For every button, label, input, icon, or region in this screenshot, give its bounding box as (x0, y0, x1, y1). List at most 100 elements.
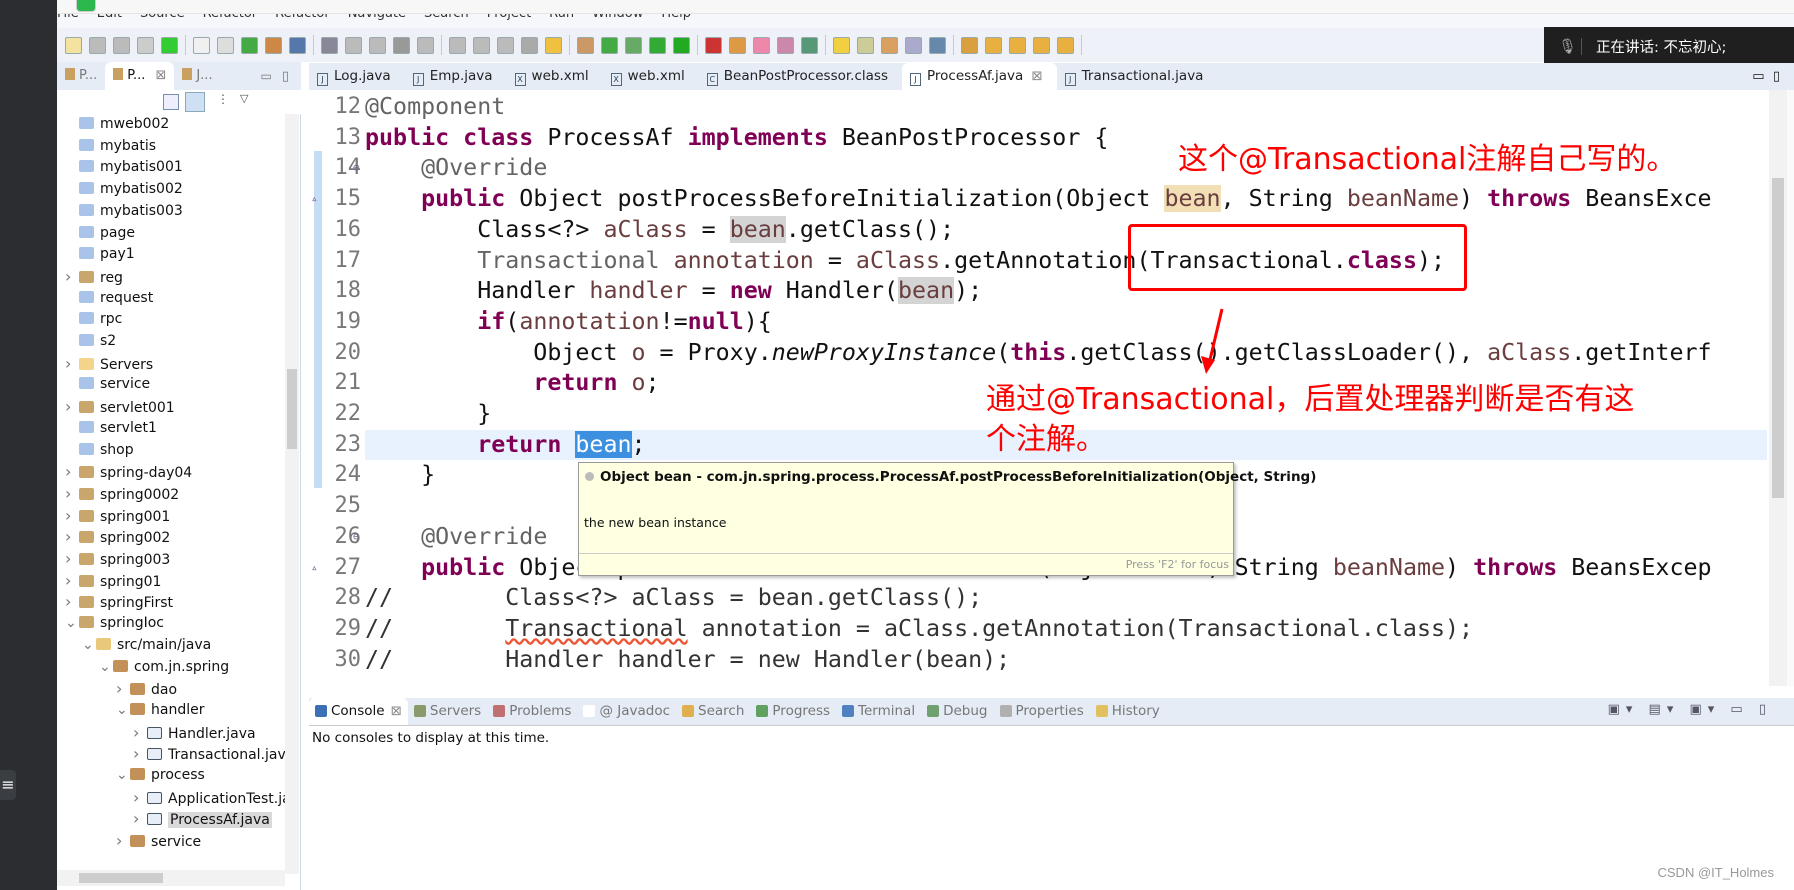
toolbar-button-icon[interactable] (649, 36, 666, 54)
console-tab-javadoc[interactable]: @ Javadoc (577, 698, 676, 725)
tree-item[interactable]: › servlet001 (65, 396, 175, 418)
console-tab-progress[interactable]: Progress (750, 698, 836, 725)
chevron-right-icon[interactable]: › (65, 396, 79, 418)
menu-item[interactable]: Refactor (275, 14, 330, 21)
chevron-right-icon[interactable]: › (116, 678, 130, 700)
menu-item[interactable]: Window (592, 14, 643, 21)
sidebar-tab[interactable]: J... (174, 62, 220, 90)
tree-item[interactable]: › Transactional.java (133, 743, 285, 765)
toolbar-button-icon[interactable] (113, 36, 130, 54)
toolbar-button-icon[interactable] (89, 36, 106, 54)
toolbar-button-icon[interactable] (65, 36, 82, 54)
tree-item[interactable]: page (65, 223, 135, 245)
toolbar-button-icon[interactable] (857, 36, 874, 54)
sidebar-horizontal-scrollbar[interactable] (57, 870, 285, 886)
tree-item[interactable]: s2 (65, 331, 116, 353)
toolbar-button-icon[interactable] (193, 36, 210, 54)
chevron-right-icon[interactable]: › (65, 461, 79, 483)
tree-item[interactable]: › spring01 (65, 570, 161, 592)
tree-item[interactable]: ⌄ process (116, 765, 205, 787)
editor-vertical-scrollbar[interactable] (1769, 90, 1787, 686)
editor-tab[interactable]: Xweb.xml (507, 63, 603, 90)
toolbar-button-icon[interactable] (1057, 36, 1074, 54)
tree-item[interactable]: service (65, 374, 150, 396)
toolbar-button-icon[interactable] (881, 36, 898, 54)
toolbar-button-icon[interactable] (545, 36, 562, 54)
toolbar-button-icon[interactable] (1009, 36, 1026, 54)
editor-tab[interactable]: C BeanPostProcessor.class (699, 63, 902, 90)
tree-item[interactable]: mweb002 (65, 114, 169, 136)
toolbar-button-icon[interactable] (369, 36, 386, 54)
chevron-down-icon[interactable]: ⌄ (99, 657, 113, 679)
chevron-right-icon[interactable]: › (133, 787, 147, 809)
chart-app-icon[interactable] (76, 0, 96, 12)
menu-item[interactable]: File (57, 14, 79, 21)
tree-item[interactable]: › spring001 (65, 505, 170, 527)
console-tab-console[interactable]: Console ⊠ (309, 698, 408, 725)
toolbar-button-icon[interactable] (961, 36, 978, 54)
sidebar-vertical-scrollbar[interactable] (285, 114, 299, 874)
chevron-right-icon[interactable]: › (65, 353, 79, 375)
chevron-right-icon[interactable]: › (133, 808, 147, 830)
toolbar-button-icon[interactable] (137, 36, 154, 54)
toolbar-button-icon[interactable] (161, 36, 178, 54)
sidebar-tab[interactable]: P... (57, 62, 105, 90)
tree-item[interactable]: › ProcessAf.java (133, 808, 272, 830)
toolbar-button-icon[interactable] (217, 36, 234, 54)
console-tab-properties[interactable]: Properties (994, 698, 1090, 725)
tree-item[interactable]: shop (65, 440, 134, 462)
menu-item[interactable]: Navigate (348, 14, 406, 21)
toolbar-button-icon[interactable] (393, 36, 410, 54)
collapse-all-icon[interactable] (163, 94, 179, 110)
chevron-right-icon[interactable]: › (133, 743, 147, 765)
toolbar-button-icon[interactable] (929, 36, 946, 54)
menu-item[interactable]: Project (487, 14, 531, 21)
tree-item[interactable]: › Servers (65, 353, 153, 375)
minimize-icon[interactable]: ▭ ▯ (1752, 69, 1780, 84)
menu-handle-icon[interactable]: ≡ (0, 770, 16, 800)
tree-item[interactable]: › spring-day04 (65, 461, 192, 483)
toolbar-button-icon[interactable] (417, 36, 434, 54)
chevron-right-icon[interactable]: › (65, 570, 79, 592)
editor-tab[interactable]: Xweb.xml (603, 63, 699, 90)
tree-item[interactable]: › spring0002 (65, 483, 179, 505)
maximize-icon[interactable]: ▯ (282, 69, 289, 84)
sidebar-tab[interactable]: P... ⊠ (105, 62, 175, 90)
toolbar-button-icon[interactable] (473, 36, 490, 54)
toolbar-button-icon[interactable] (625, 36, 642, 54)
tree-item[interactable]: rpc (65, 309, 122, 331)
toolbar-button-icon[interactable] (577, 36, 594, 54)
toolbar-button-icon[interactable] (265, 36, 282, 54)
chevron-down-icon[interactable]: ⌄ (116, 700, 130, 722)
menu-item[interactable]: Search (424, 14, 469, 21)
tree-item[interactable]: mybatis003 (65, 201, 183, 223)
menu-item[interactable]: Run (549, 14, 574, 21)
console-tab-servers[interactable]: Servers (408, 698, 487, 725)
toolbar-button-icon[interactable] (1033, 36, 1050, 54)
tree-item[interactable]: pay1 (65, 244, 135, 266)
tree-item[interactable]: › spring002 (65, 526, 170, 548)
tree-item[interactable]: › ApplicationTest.java (133, 787, 285, 809)
chevron-right-icon[interactable]: › (65, 526, 79, 548)
toolbar-button-icon[interactable] (905, 36, 922, 54)
toolbar-button-icon[interactable] (497, 36, 514, 54)
toolbar-button-icon[interactable] (601, 36, 618, 54)
tree-item[interactable]: › spring003 (65, 548, 170, 570)
toolbar-button-icon[interactable] (729, 36, 746, 54)
toolbar-button-icon[interactable] (985, 36, 1002, 54)
tree-item[interactable]: request (65, 288, 153, 310)
chevron-right-icon[interactable]: › (133, 722, 147, 744)
toolbar-button-icon[interactable] (449, 36, 466, 54)
close-icon[interactable]: ⊠ (391, 703, 402, 719)
editor-tab[interactable]: J Emp.java (405, 63, 507, 90)
dropdown-icon[interactable]: ▽ (240, 92, 248, 105)
close-tab-icon[interactable]: ⊠ (1031, 68, 1042, 84)
chevron-right-icon[interactable]: › (116, 830, 130, 852)
toolbar-button-icon[interactable] (321, 36, 338, 54)
chevron-right-icon[interactable]: › (65, 591, 79, 613)
toolbar-button-icon[interactable] (241, 36, 258, 54)
tree-item[interactable]: ⌄ springIoc (65, 613, 164, 635)
chevron-down-icon[interactable]: ⌄ (116, 765, 130, 787)
toolbar-button-icon[interactable] (777, 36, 794, 54)
console-tab-terminal[interactable]: Terminal (836, 698, 921, 725)
